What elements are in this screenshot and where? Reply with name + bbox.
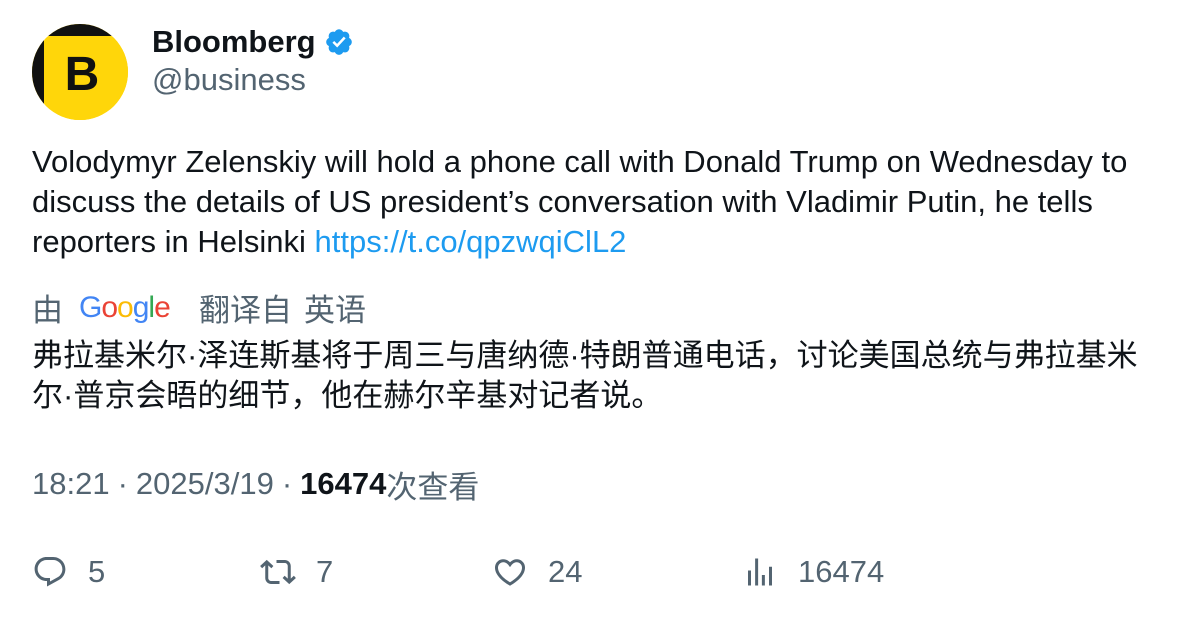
tweet-date[interactable]: 2025/3/19 <box>136 466 274 502</box>
translated-text: 弗拉基米尔·泽连斯基将于周三与唐纳德·特朗普通电话，讨论美国总统与弗拉基米尔·普… <box>32 338 1138 413</box>
meta-separator: · <box>281 466 293 501</box>
like-button[interactable]: 24 <box>492 550 582 594</box>
like-count: 24 <box>548 554 583 589</box>
author-display-name[interactable]: Bloomberg <box>152 24 316 60</box>
views-action-count: 16474 <box>798 554 885 589</box>
translation-label: 翻译自 <box>199 292 292 328</box>
author-handle[interactable]: @business <box>152 62 306 98</box>
retweet-icon <box>260 559 296 585</box>
views-label: 次查看 <box>386 469 480 505</box>
svg-text:Google: Google <box>79 291 170 324</box>
tweet-link[interactable]: https://t.co/qpzwqiClL2 <box>315 224 627 259</box>
google-logo-icon: Google <box>79 291 171 324</box>
retweet-button[interactable]: 7 <box>260 550 333 594</box>
bloomberg-logo-icon: B <box>32 24 128 120</box>
author-avatar[interactable]: B <box>32 24 128 120</box>
tweet-action-bar: 5 7 24 16474 <box>32 550 1172 594</box>
heart-icon <box>494 559 526 586</box>
translation-attribution: 由 Google 翻译自 英语 <box>32 286 366 328</box>
tweet-time[interactable]: 18:21 <box>32 466 110 502</box>
views-bar-chart-icon <box>748 558 772 586</box>
tweet-meta: 18:21 · 2025/3/19 · 16474 次查看 <box>32 464 480 505</box>
avatar-letter: B <box>65 48 100 101</box>
author-name-row: Bloomberg <box>152 22 354 62</box>
retweet-count: 7 <box>316 554 334 589</box>
reply-button[interactable]: 5 <box>32 550 105 594</box>
verified-badge-icon[interactable] <box>324 27 354 57</box>
views-count: 16474 <box>300 466 387 501</box>
tweet-text: Volodymyr Zelenskiy will hold a phone ca… <box>32 142 1172 262</box>
views-button[interactable]: 16474 <box>742 550 884 594</box>
reply-icon <box>34 557 66 587</box>
translation-prefix: 由 <box>32 292 63 328</box>
translation-source-language[interactable]: 英语 <box>304 285 366 330</box>
meta-separator: · <box>117 466 128 501</box>
reply-count: 5 <box>88 554 106 589</box>
